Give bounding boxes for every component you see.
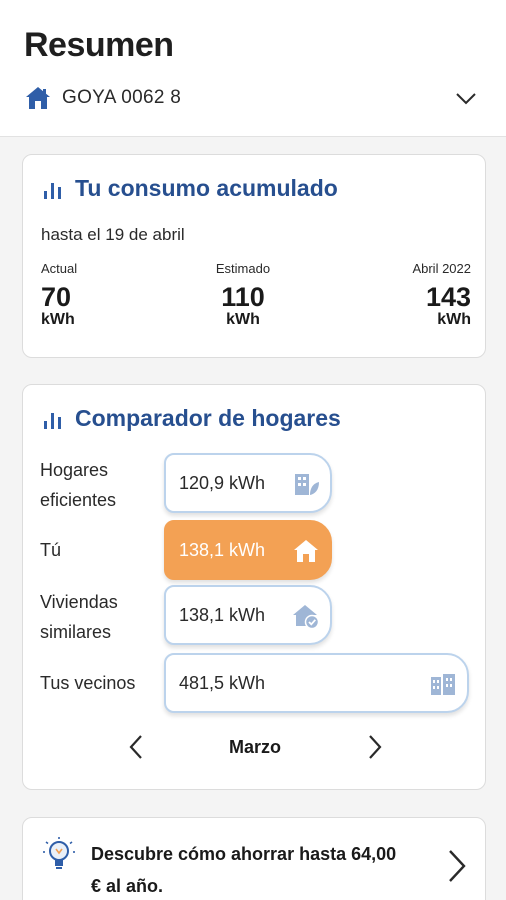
bar-value: 120,9 kWh [179, 472, 266, 493]
comparator-title-text: Comparador de hogares [75, 405, 341, 431]
address-selector[interactable]: GOYA 0062 8 [24, 82, 484, 114]
stat-value: 143 [425, 282, 471, 312]
stat-value: 70 [41, 282, 72, 312]
row-label-efficient: Hogares eficientes [40, 455, 116, 515]
address-text: GOYA 0062 8 [62, 87, 182, 108]
stat-label: Actual [41, 261, 78, 276]
home-icon [26, 87, 50, 109]
row-label-line: Hogares [40, 460, 109, 480]
stat-actual: Actual 70 kWh [41, 261, 161, 329]
header: Resumen GOYA 0062 8 [0, 0, 506, 137]
bar-value: 138,1 kWh [179, 604, 266, 625]
consumption-card: Tu consumo acumulado hasta el 19 de abri… [22, 154, 486, 358]
home-icon [294, 540, 318, 562]
stat-unit: kWh [41, 311, 75, 328]
bar-value: 138,1 kWh [179, 539, 266, 560]
bar-chart-icon [44, 412, 61, 429]
consumption-title-text: Tu consumo acumulado [75, 175, 338, 201]
building-icon [431, 674, 455, 695]
row-label-neighbors: Tus vecinos [40, 668, 135, 698]
stat-unit: kWh [437, 311, 471, 328]
efficient-homes-bar: 120,9 kWh [164, 453, 332, 513]
previous-month-button[interactable] [126, 733, 148, 761]
lightbulb-icon [43, 837, 75, 869]
row-label-line: eficientes [40, 490, 117, 510]
home-check-icon [293, 605, 320, 630]
tip-line: Descubre cómo ahorrar hasta 64,00 [91, 844, 397, 864]
efficient-building-icon [295, 474, 319, 495]
row-label-line: Tú [40, 540, 62, 560]
consumption-subtitle: hasta el 19 de abril [41, 225, 185, 244]
savings-tip-text: Descubre cómo ahorrar hasta 64,00 € al a… [91, 838, 431, 900]
stat-label: Estimado [215, 261, 271, 276]
tip-line: € al año. [91, 876, 164, 896]
stat-value: 110 [221, 282, 265, 312]
bar-value: 481,5 kWh [179, 672, 266, 693]
stat-estimated: Estimado 110 kWh [183, 261, 303, 329]
row-label-line: Viviendas [40, 592, 118, 612]
consumption-title: Tu consumo acumulado [41, 175, 338, 202]
comparator-card: Comparador de hogares Hogares eficientes… [22, 384, 486, 790]
stat-unit: kWh [226, 311, 260, 328]
row-label-line: similares [40, 622, 112, 642]
next-month-button[interactable] [363, 733, 385, 761]
you-bar: 138,1 kWh [164, 520, 332, 580]
row-label-similar: Viviendas similares [40, 587, 118, 647]
stat-last-year: Abril 2022 143 kWh [351, 261, 471, 329]
similar-homes-bar: 138,1 kWh [164, 585, 332, 645]
chevron-down-icon[interactable] [454, 86, 478, 110]
bar-chart-icon [44, 182, 61, 199]
month-label: Marzo [228, 737, 281, 757]
row-label-you: Tú [40, 535, 61, 565]
comparator-title: Comparador de hogares [41, 405, 341, 432]
page-title: Resumen [24, 26, 174, 64]
chevron-right-icon[interactable] [445, 848, 469, 884]
row-label-line: Tus vecinos [40, 673, 136, 693]
stat-label: Abril 2022 [412, 261, 471, 276]
neighbors-bar: 481,5 kWh [164, 653, 469, 713]
savings-tip-card[interactable]: Descubre cómo ahorrar hasta 64,00 € al a… [22, 817, 486, 900]
